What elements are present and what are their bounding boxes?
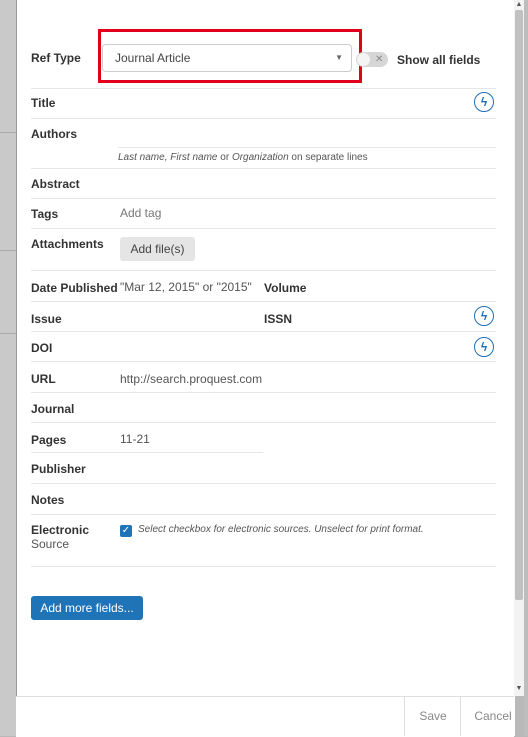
volume-label: Volume: [264, 281, 307, 295]
attachments-label: Attachments: [31, 237, 104, 251]
authors-label: Authors: [31, 127, 77, 141]
pages-input[interactable]: 11-21: [120, 432, 150, 446]
url-input[interactable]: http://search.proquest.com: [120, 372, 262, 386]
divider: [31, 228, 496, 229]
checkmark-icon: ✓: [121, 525, 131, 536]
divider: [118, 147, 496, 148]
highlight-box: [98, 29, 362, 83]
divider: [31, 88, 496, 89]
date-published-input[interactable]: "Mar 12, 2015" or "2015": [120, 280, 252, 294]
pages-label: Pages: [31, 433, 67, 447]
divider: [31, 118, 496, 119]
issn-label: ISSN: [264, 312, 293, 326]
lightning-bolt-icon[interactable]: ϟ: [474, 306, 494, 326]
divider: [31, 270, 496, 271]
edit-reference-panel: [16, 0, 515, 736]
lightning-bolt-icon[interactable]: ϟ: [474, 92, 494, 112]
divider: [31, 331, 496, 332]
add-more-fields-button[interactable]: Add more fields...: [31, 596, 143, 620]
journal-label: Journal: [31, 402, 75, 416]
authors-hint: Last name, First name or Organization on…: [118, 152, 368, 163]
save-button[interactable]: Save: [404, 696, 461, 736]
electronic-source-label: Electronic Source: [31, 523, 90, 551]
lightning-bolt-icon[interactable]: ϟ: [474, 337, 494, 357]
close-icon: ✕: [375, 54, 384, 65]
title-label: Title: [31, 96, 56, 110]
divider: [31, 198, 496, 199]
scroll-up-icon[interactable]: ▲: [514, 0, 524, 10]
cancel-button[interactable]: Cancel: [460, 696, 525, 736]
divider: [31, 361, 496, 362]
ref-type-label: Ref Type: [31, 51, 81, 65]
show-all-fields-toggle[interactable]: ✕: [356, 52, 388, 67]
backdrop-right: [524, 0, 528, 736]
scroll-down-icon[interactable]: ▼: [514, 684, 524, 694]
divider: [31, 301, 496, 302]
scrollbar-thumb[interactable]: [515, 10, 523, 600]
electronic-source-checkbox[interactable]: ✓: [120, 525, 132, 537]
divider: [31, 483, 496, 484]
publisher-label: Publisher: [31, 462, 86, 476]
doi-label: DOI: [31, 341, 53, 355]
divider: [31, 514, 496, 515]
issue-label: Issue: [31, 312, 62, 326]
electronic-source-hint: Select checkbox for electronic sources. …: [138, 524, 424, 535]
tags-input[interactable]: Add tag: [120, 206, 161, 220]
notes-label: Notes: [31, 493, 65, 507]
date-published-label: Date Published: [31, 281, 118, 295]
show-all-fields-label[interactable]: Show all fields: [397, 53, 480, 67]
divider: [31, 566, 496, 567]
backdrop-left: [0, 0, 16, 736]
abstract-label: Abstract: [31, 177, 80, 191]
divider: [31, 168, 496, 169]
divider: [31, 392, 496, 393]
divider: [31, 452, 263, 453]
tags-label: Tags: [31, 207, 59, 221]
url-label: URL: [31, 372, 56, 386]
add-files-button[interactable]: Add file(s): [120, 237, 195, 261]
divider: [31, 422, 496, 423]
